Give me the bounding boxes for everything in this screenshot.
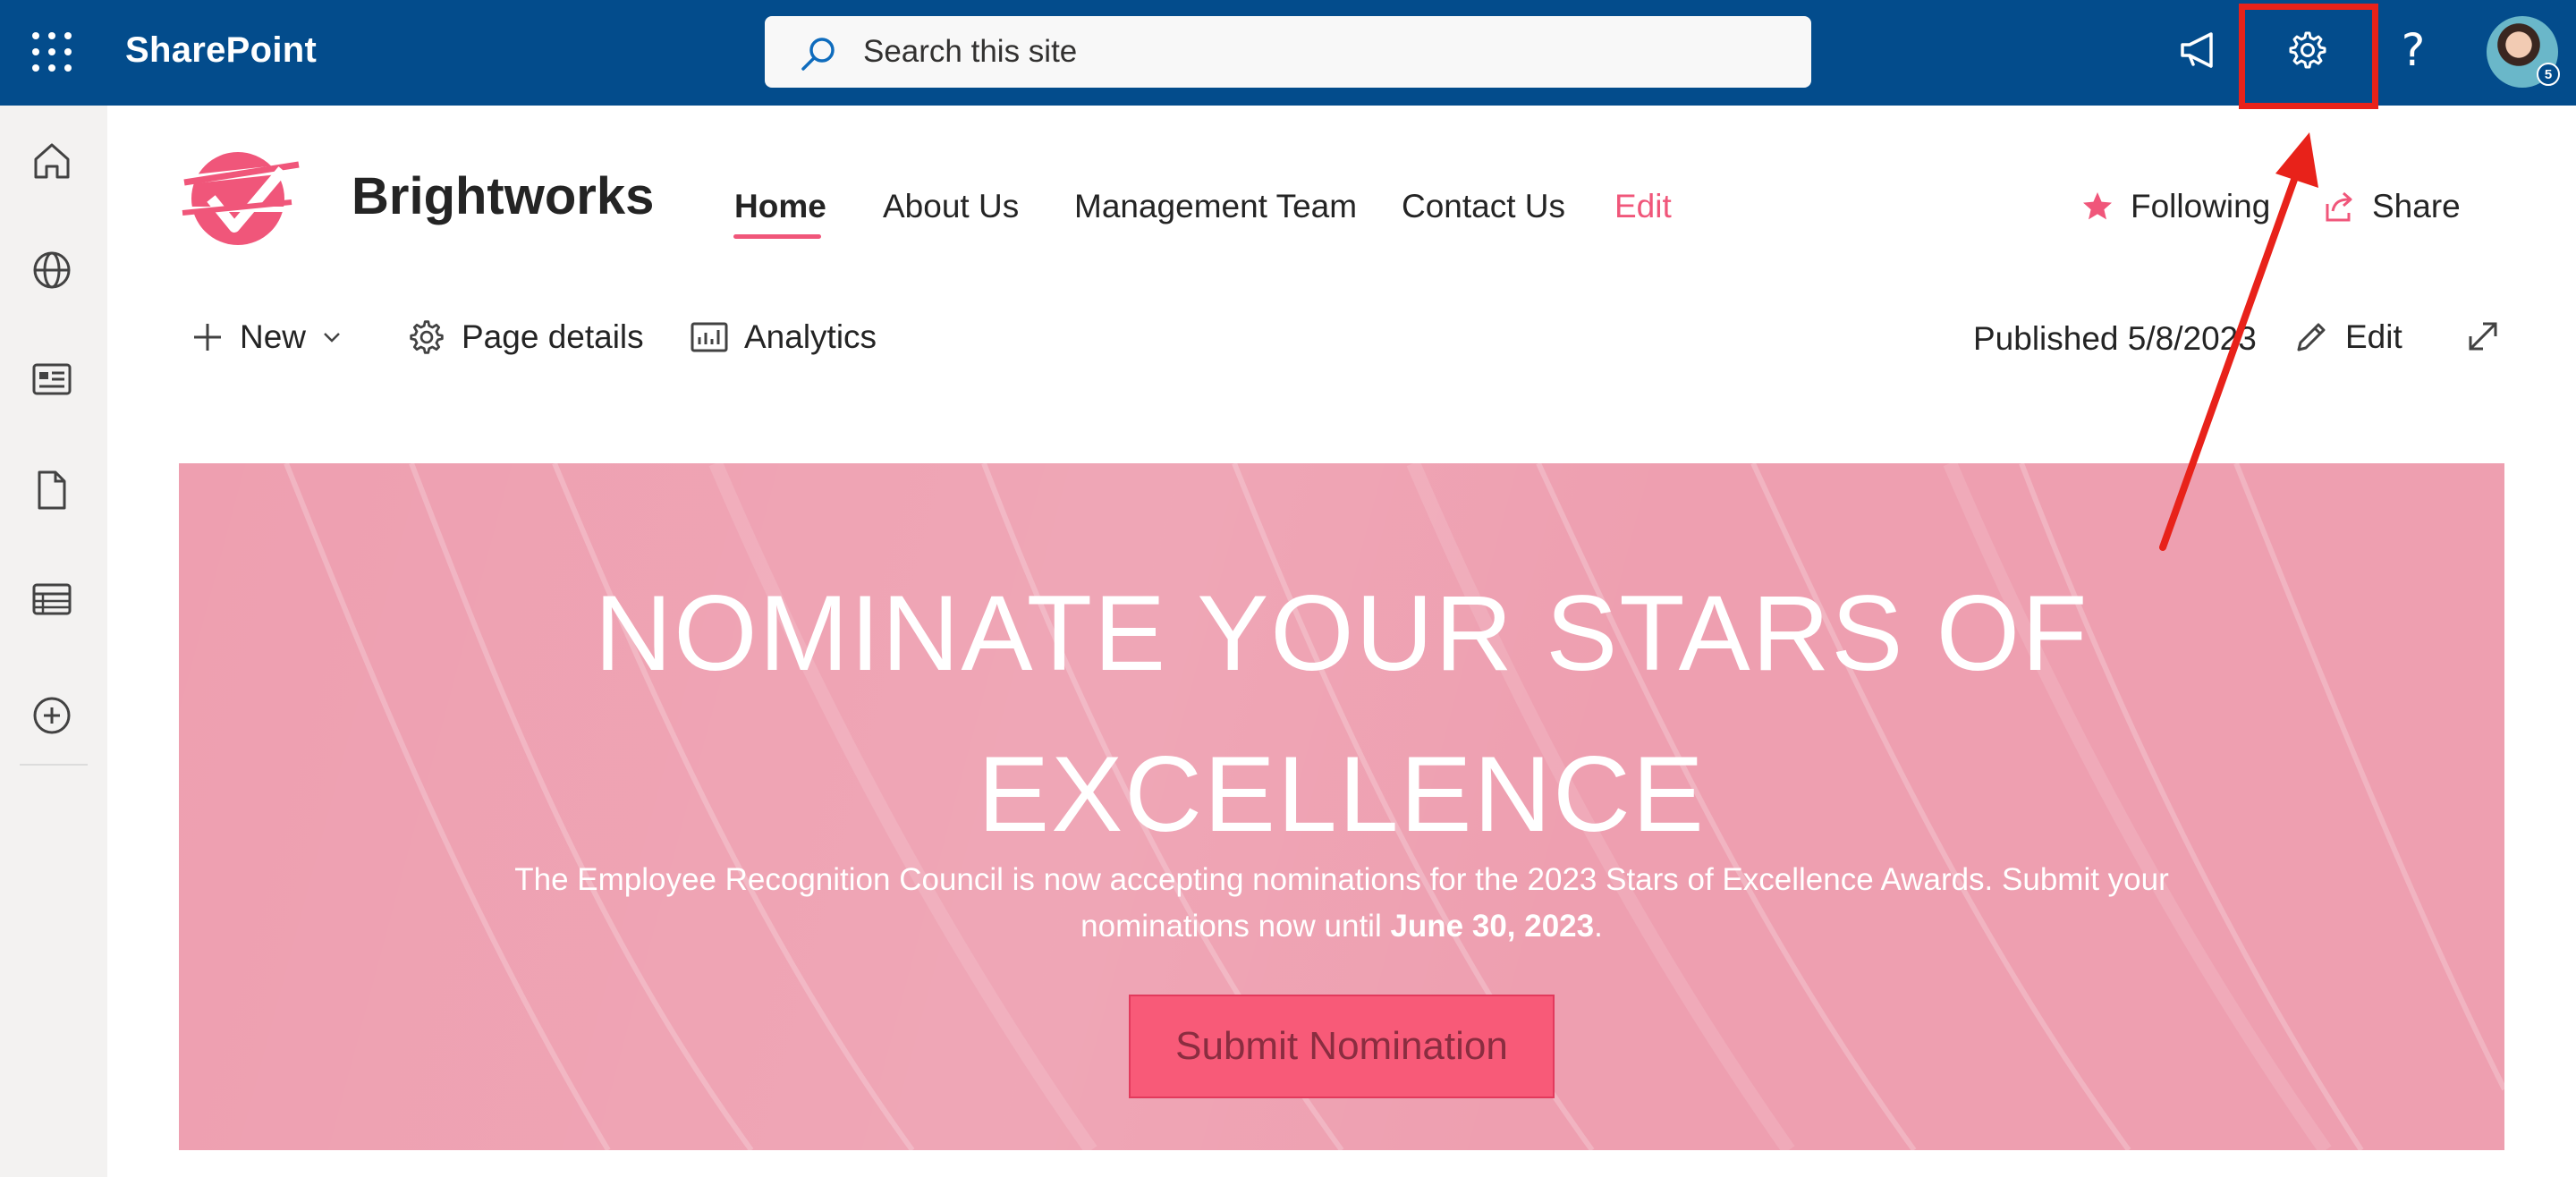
share-label: Share: [2372, 188, 2461, 224]
analytics-button[interactable]: Analytics: [691, 318, 877, 356]
analytics-icon: [691, 322, 728, 352]
page-details-label: Page details: [462, 318, 644, 355]
hero-banner: NOMINATE YOUR STARS OF EXCELLENCE The Em…: [179, 463, 2504, 1150]
page-details-button[interactable]: Page details: [408, 318, 644, 356]
avatar[interactable]: 5: [2487, 16, 2560, 88]
analytics-label: Analytics: [744, 318, 877, 355]
following-label: Following: [2131, 188, 2271, 224]
hero-description-end: .: [1594, 909, 1603, 944]
submit-nomination-button[interactable]: Submit Nomination: [1129, 995, 1555, 1098]
nav-about-us[interactable]: About Us: [883, 188, 1019, 225]
nav-contact-us[interactable]: Contact Us: [1402, 188, 1565, 225]
app-name[interactable]: SharePoint: [125, 30, 317, 71]
hero-title-line-2: EXCELLENCE: [978, 734, 1706, 854]
new-button[interactable]: New: [191, 318, 342, 356]
help-icon[interactable]: ?: [2386, 23, 2440, 77]
expand-icon[interactable]: [2465, 318, 2501, 354]
search-box[interactable]: [765, 16, 1811, 88]
search-input[interactable]: [863, 16, 1758, 88]
hero-title-line-1: NOMINATE YOUR STARS OF: [594, 573, 2089, 693]
published-status: Published 5/8/2023: [1973, 320, 2257, 357]
edit-label: Edit: [2345, 318, 2402, 355]
star-icon: [2083, 192, 2112, 220]
suite-bar: SharePoint ? 5: [0, 0, 2576, 106]
plus-icon: [194, 324, 221, 351]
app-bar-divider: [20, 764, 88, 766]
share-button[interactable]: Share: [2322, 188, 2461, 225]
hero-description-text: The Employee Recognition Council is now …: [514, 862, 2169, 944]
list-icon[interactable]: [27, 574, 77, 624]
pencil-icon: [2297, 323, 2326, 351]
chevron-down-icon: [324, 333, 340, 343]
globe-icon[interactable]: [27, 245, 77, 295]
site-title[interactable]: Brightworks: [352, 166, 654, 226]
home-icon[interactable]: [27, 136, 77, 186]
nav-active-indicator: [733, 234, 821, 239]
nav-management-team[interactable]: Management Team: [1074, 188, 1357, 225]
news-icon[interactable]: [27, 354, 77, 404]
document-icon[interactable]: [27, 465, 77, 515]
hero-deadline: June 30, 2023: [1390, 909, 1595, 944]
search-icon: [801, 38, 835, 71]
waffle-icon[interactable]: [32, 32, 72, 72]
new-label: New: [240, 318, 307, 355]
add-icon[interactable]: [27, 690, 77, 741]
nav-edit-link[interactable]: Edit: [1614, 188, 1672, 225]
following-button[interactable]: Following: [2080, 188, 2270, 225]
megaphone-icon[interactable]: [2172, 23, 2225, 77]
share-icon: [2326, 191, 2352, 222]
nav-home[interactable]: Home: [734, 188, 826, 225]
edit-button[interactable]: Edit: [2293, 318, 2402, 356]
gear-outline-icon: [410, 320, 444, 354]
hero-title: NOMINATE YOUR STARS OF EXCELLENCE: [179, 553, 2504, 875]
site-logo[interactable]: [175, 143, 301, 250]
hero-description: The Employee Recognition Council is now …: [492, 857, 2191, 950]
annotation-highlight-box: [2239, 4, 2378, 109]
app-bar: [0, 106, 107, 1177]
avatar-badge: 5: [2537, 63, 2560, 86]
